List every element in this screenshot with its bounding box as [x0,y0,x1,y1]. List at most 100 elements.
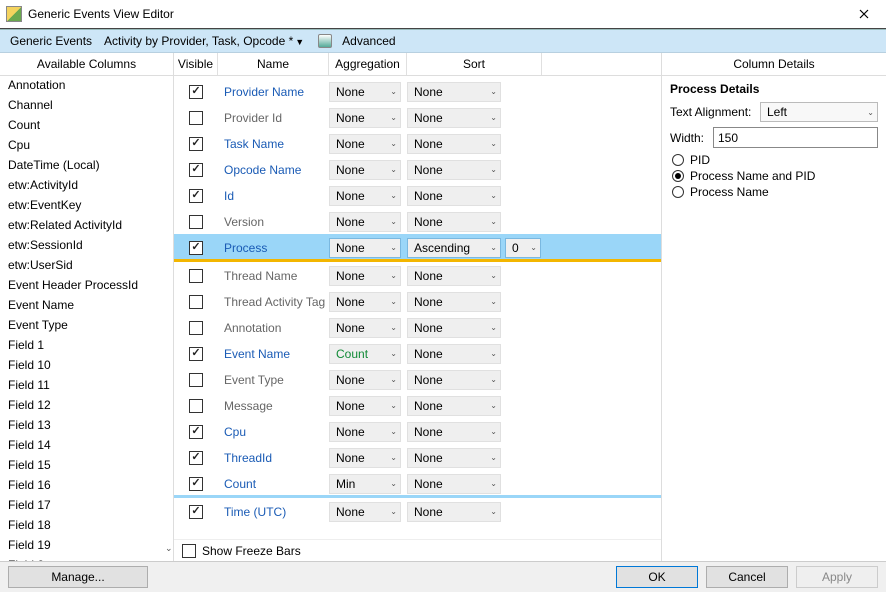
visible-checkbox[interactable] [189,241,203,255]
sort-select[interactable]: Ascending⌄ [407,238,501,258]
visible-checkbox[interactable] [189,505,203,519]
column-row[interactable]: VersionNone⌄None⌄ [174,208,661,234]
available-column-item[interactable]: Field 16 [0,476,173,496]
available-column-item[interactable]: etw:EventKey [0,196,173,216]
column-row[interactable]: Event TypeNone⌄None⌄ [174,366,661,392]
visible-checkbox[interactable] [189,269,203,283]
available-column-item[interactable]: Channel [0,96,173,116]
sort-select[interactable]: None⌄ [407,212,501,232]
visible-checkbox[interactable] [189,163,203,177]
sort-select[interactable]: None⌄ [407,370,501,390]
sort-select[interactable]: None⌄ [407,474,501,494]
column-row[interactable]: MessageNone⌄None⌄ [174,392,661,418]
sort-select[interactable]: None⌄ [407,134,501,154]
show-freeze-bars-checkbox[interactable] [182,544,196,558]
column-row[interactable]: ThreadIdNone⌄None⌄ [174,444,661,470]
visible-checkbox[interactable] [189,399,203,413]
available-column-item[interactable]: etw:SessionId [0,236,173,256]
sort-select[interactable]: None⌄ [407,292,501,312]
col-header-visible[interactable]: Visible [174,53,218,75]
visible-checkbox[interactable] [189,189,203,203]
visible-checkbox[interactable] [189,477,203,491]
visible-checkbox[interactable] [189,295,203,309]
available-column-item[interactable]: Event Name [0,296,173,316]
sort-select[interactable]: None⌄ [407,422,501,442]
column-row[interactable]: Event NameCount⌄None⌄ [174,340,661,366]
visible-checkbox[interactable] [189,111,203,125]
available-column-item[interactable]: Field 14 [0,436,173,456]
close-button[interactable] [841,0,886,28]
column-row[interactable]: Task NameNone⌄None⌄ [174,130,661,156]
aggregation-select[interactable]: None⌄ [329,292,401,312]
available-column-item[interactable]: Cpu [0,136,173,156]
available-column-item[interactable]: Field 10 [0,356,173,376]
aggregation-select[interactable]: None⌄ [329,160,401,180]
available-column-item[interactable]: Event Type [0,316,173,336]
aggregation-select[interactable]: Min⌄ [329,474,401,494]
available-column-item[interactable]: Field 12 [0,396,173,416]
sort-select[interactable]: None⌄ [407,108,501,128]
ok-button[interactable]: OK [616,566,698,588]
column-grid[interactable]: Provider NameNone⌄None⌄Provider IdNone⌄N… [174,76,661,561]
sort-select[interactable]: None⌄ [407,448,501,468]
column-row[interactable]: AnnotationNone⌄None⌄ [174,314,661,340]
visible-checkbox[interactable] [189,85,203,99]
visible-checkbox[interactable] [189,321,203,335]
aggregation-select[interactable]: None⌄ [329,318,401,338]
column-row[interactable]: Provider NameNone⌄None⌄ [174,78,661,104]
radio-name[interactable] [672,186,684,198]
available-column-item[interactable]: etw:ActivityId [0,176,173,196]
col-header-name[interactable]: Name [218,53,329,75]
available-column-item[interactable]: Field 17 [0,496,173,516]
radio-name-pid-row[interactable]: Process Name and PID [672,169,878,183]
available-column-item[interactable]: Event Header ProcessId [0,276,173,296]
menu-advanced[interactable]: Advanced [336,31,401,51]
aggregation-select[interactable]: None⌄ [329,266,401,286]
menu-generic-events[interactable]: Generic Events [4,31,98,51]
aggregation-select[interactable]: None⌄ [329,370,401,390]
visible-checkbox[interactable] [189,137,203,151]
radio-pid-row[interactable]: PID [672,153,878,167]
radio-name-row[interactable]: Process Name [672,185,878,199]
aggregation-select[interactable]: None⌄ [329,134,401,154]
col-header-sort[interactable]: Sort [407,53,542,75]
radio-pid[interactable] [672,154,684,166]
aggregation-select[interactable]: None⌄ [329,502,401,522]
visible-checkbox[interactable] [189,347,203,361]
sort-select[interactable]: None⌄ [407,186,501,206]
collapse-handle-icon[interactable]: ⌄ [165,543,173,554]
text-alignment-select[interactable]: Left⌄ [760,102,878,122]
aggregation-select[interactable]: None⌄ [329,396,401,416]
aggregation-select[interactable]: None⌄ [329,212,401,232]
visible-checkbox[interactable] [189,373,203,387]
sort-select[interactable]: None⌄ [407,396,501,416]
aggregation-select[interactable]: None⌄ [329,238,401,258]
available-column-item[interactable]: Field 18 [0,516,173,536]
visible-checkbox[interactable] [189,215,203,229]
aggregation-select[interactable]: None⌄ [329,186,401,206]
available-column-item[interactable]: Field 11 [0,376,173,396]
manage-button[interactable]: Manage... [8,566,148,588]
sort-select[interactable]: None⌄ [407,160,501,180]
sort-select[interactable]: None⌄ [407,344,501,364]
aggregation-select[interactable]: None⌄ [329,422,401,442]
column-row[interactable]: Thread NameNone⌄None⌄ [174,262,661,288]
available-column-item[interactable]: Field 13 [0,416,173,436]
cancel-button[interactable]: Cancel [706,566,788,588]
col-header-aggregation[interactable]: Aggregation [329,53,407,75]
column-row[interactable]: Provider IdNone⌄None⌄ [174,104,661,130]
available-column-item[interactable]: Field 1 [0,336,173,356]
available-column-item[interactable]: DateTime (Local) [0,156,173,176]
radio-name-pid[interactable] [672,170,684,182]
available-columns-list[interactable]: AnnotationChannelCountCpuDateTime (Local… [0,76,173,561]
visible-checkbox[interactable] [189,425,203,439]
column-row[interactable]: Time (UTC)None⌄None⌄ [174,498,661,524]
column-row[interactable]: Opcode NameNone⌄None⌄ [174,156,661,182]
aggregation-select[interactable]: None⌄ [329,82,401,102]
available-column-item[interactable]: Field 19 [0,536,173,556]
column-row[interactable]: ProcessNone⌄Ascending⌄0⌄ [174,234,661,260]
visible-checkbox[interactable] [189,451,203,465]
available-column-item[interactable]: etw:UserSid [0,256,173,276]
width-input[interactable] [713,127,878,148]
sort-select[interactable]: None⌄ [407,266,501,286]
